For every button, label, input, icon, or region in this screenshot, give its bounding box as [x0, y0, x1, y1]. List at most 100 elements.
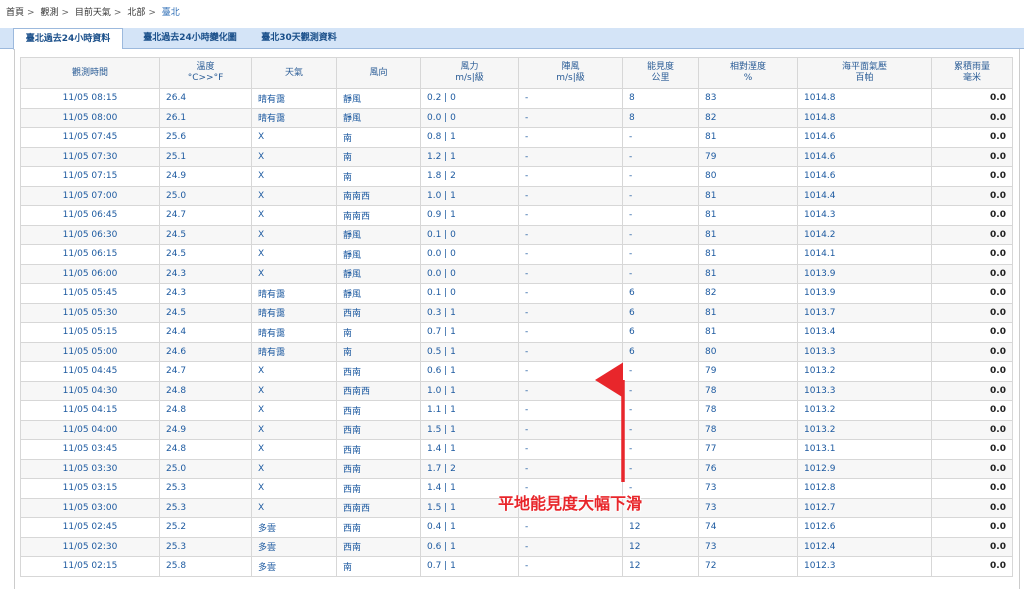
temperature-cell: 26.1: [159, 107, 252, 128]
wind-speed-cell: 1.8 | 2: [420, 166, 519, 187]
rainfall-cell: 0.0: [931, 127, 1013, 148]
time-cell: 11/05 04:00: [20, 419, 160, 440]
wind-direction-cell: 南: [336, 166, 421, 187]
humidity-cell: 81: [698, 322, 798, 343]
gust-cell: -: [518, 380, 623, 401]
humidity-cell: 83: [698, 88, 798, 109]
wind-direction-cell: 南南西: [336, 185, 421, 206]
temperature-cell: 24.9: [159, 419, 252, 440]
time-cell: 11/05 05:45: [20, 283, 160, 304]
tab-24h-chart[interactable]: 臺北過去24小時變化圖: [128, 28, 252, 48]
pressure-cell: 1012.9: [797, 458, 932, 479]
temperature-cell: 25.1: [159, 146, 252, 167]
temperature-cell: 24.7: [159, 205, 252, 226]
time-cell: 11/05 03:45: [20, 439, 160, 460]
column-header: 風向: [336, 57, 421, 89]
wind-speed-cell: 0.7 | 1: [420, 556, 519, 577]
column-header-label: 風力: [460, 62, 479, 72]
rainfall-cell: 0.0: [931, 88, 1013, 109]
wind-speed-cell: 0.5 | 1: [420, 341, 519, 362]
table-row: 11/05 06:45 24.7 X 南南西 0.9 | 1- -81 1014.3 0.0: [20, 205, 1013, 226]
pressure-cell: 1014.6: [797, 127, 932, 148]
weather-cell: X: [251, 263, 337, 284]
wind-speed-cell: 1.2 | 1: [420, 146, 519, 167]
table-row: 11/05 07:15 24.9 X 南 1.8 | 2- -80 1014.6 0.0: [20, 166, 1013, 187]
gust-cell: -: [518, 107, 623, 128]
humidity-cell: 78: [698, 380, 798, 401]
visibility-cell: -: [622, 127, 699, 148]
visibility-cell: 12: [622, 536, 699, 557]
breadcrumb-north[interactable]: 北部: [127, 8, 145, 18]
visibility-cell: -: [622, 263, 699, 284]
table-row: 11/05 05:15 24.4 晴有靄南 0.7 | 1-6 81 1013.4 0.0: [20, 322, 1013, 343]
wind-direction-cell: 南: [336, 341, 421, 362]
wind-speed-cell: 1.0 | 1: [420, 380, 519, 401]
gust-cell: -: [518, 205, 623, 226]
wind-direction-cell: 靜風: [336, 107, 421, 128]
wind-speed-cell: 0.9 | 1: [420, 205, 519, 226]
wind-direction-cell: 南南西: [336, 205, 421, 226]
column-header-label: 能見度: [646, 62, 674, 72]
tab-24h-data[interactable]: 臺北過去24小時資料: [13, 28, 123, 50]
breadcrumb-home[interactable]: 首頁: [6, 8, 24, 18]
pressure-cell: 1013.2: [797, 400, 932, 421]
time-cell: 11/05 03:15: [20, 478, 160, 499]
humidity-cell: 81: [698, 302, 798, 323]
visibility-cell: -: [622, 185, 699, 206]
breadcrumb-observation[interactable]: 觀測: [40, 8, 58, 18]
table-row: 11/05 06:30 24.5 X 靜風 0.1 | 0- -81 1014.2 0.0: [20, 224, 1013, 245]
table-row: 11/05 02:30 25.3 多雲 西南 0.6 | 1-12 73 1012.4 0.0: [20, 536, 1013, 557]
wind-direction-cell: 西南: [336, 536, 421, 557]
gust-cell: -: [518, 458, 623, 479]
humidity-cell: 76: [698, 458, 798, 479]
weather-cell: 晴有靄: [251, 88, 337, 109]
table-row: 11/05 08:00 26.1 晴有靄 靜風 0.0 | 0-8 82 1014.8 0.0: [20, 107, 1013, 128]
tab-30day-data[interactable]: 臺北30天觀測資料: [254, 28, 344, 48]
pressure-cell: 1012.8: [797, 478, 932, 499]
column-header-label: 陣風: [561, 62, 580, 72]
rainfall-cell: 0.0: [931, 107, 1013, 128]
humidity-cell: 73: [698, 536, 798, 557]
time-cell: 11/05 05:15: [20, 322, 160, 343]
table-row: 11/05 07:00 25.0 X 南南西 1.0 | 1- -81 1014.4 0.0: [20, 185, 1013, 206]
wind-speed-cell: 0.0 | 0: [420, 263, 519, 284]
weather-cell: X: [251, 224, 337, 245]
humidity-cell: 78: [698, 400, 798, 421]
rainfall-cell: 0.0: [931, 283, 1013, 304]
rainfall-cell: 0.0: [931, 322, 1013, 343]
breadcrumb-current-weather[interactable]: 目前天氣: [75, 8, 111, 18]
humidity-cell: 79: [698, 146, 798, 167]
temperature-cell: 24.8: [159, 400, 252, 421]
humidity-cell: 78: [698, 419, 798, 440]
time-cell: 11/05 03:30: [20, 458, 160, 479]
table-row: 11/05 04:30 24.8 X 西南西 1.0 | 1- -78 1013.3 0.0: [20, 380, 1013, 401]
temperature-cell: 25.3: [159, 536, 252, 557]
rainfall-cell: 0.0: [931, 497, 1013, 518]
header-row: 觀測時間 溫度 °C>>°F 天氣 風向 風力 m/s|級 陣風 m/s|級 能見度 公里 相對溼度%…: [20, 57, 1013, 89]
pressure-cell: 1014.2: [797, 224, 932, 245]
visibility-cell: -: [622, 361, 699, 382]
temperature-cell: 25.6: [159, 127, 252, 148]
temperature-cell: 24.3: [159, 263, 252, 284]
pressure-cell: 1013.4: [797, 322, 932, 343]
wind-speed-cell: 0.6 | 1: [420, 536, 519, 557]
temperature-cell: 25.0: [159, 458, 252, 479]
weather-cell: 多雲: [251, 556, 337, 577]
column-header-label: 海平面氣壓: [841, 62, 887, 72]
rainfall-cell: 0.0: [931, 458, 1013, 479]
gust-cell: -: [518, 400, 623, 421]
column-header: 能見度 公里: [622, 57, 699, 89]
tab-bar: 臺北過去24小時資料 臺北過去24小時變化圖 臺北30天觀測資料: [0, 28, 1024, 50]
wind-direction-cell: 南: [336, 127, 421, 148]
visibility-cell: 8: [622, 88, 699, 109]
wind-direction-cell: 西南: [336, 419, 421, 440]
breadcrumb: 首頁 > 觀測 > 目前天氣 > 北部 > 臺北: [6, 5, 180, 19]
visibility-cell: 8: [622, 107, 699, 128]
gust-cell: -: [518, 244, 623, 265]
gust-cell: -: [518, 302, 623, 323]
table-row: 11/05 05:30 24.5 晴有靄 西南 0.3 | 1-6 81 1013.7 0.0: [20, 302, 1013, 323]
wind-speed-cell: 1.7 | 2: [420, 458, 519, 479]
wind-direction-cell: 靜風: [336, 283, 421, 304]
wind-direction-cell: 西南西: [336, 497, 421, 518]
gust-cell: -: [518, 556, 623, 577]
